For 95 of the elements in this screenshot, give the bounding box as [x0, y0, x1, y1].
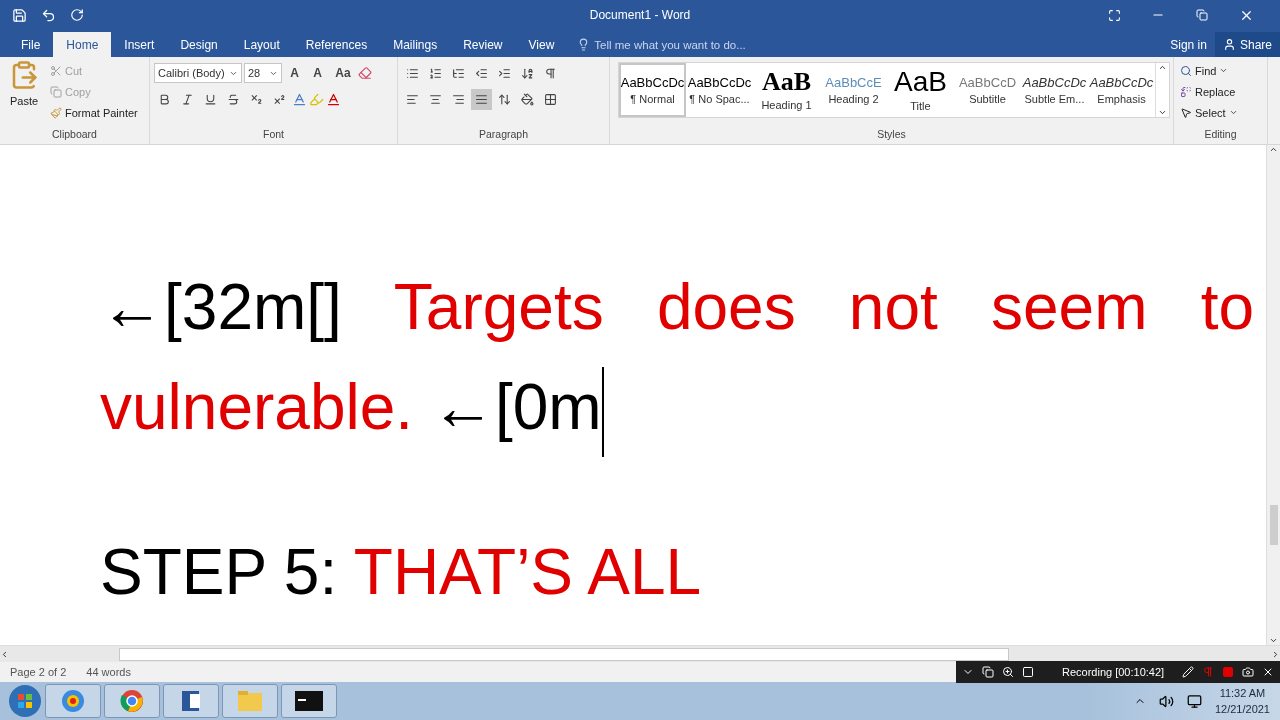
indent-icon [498, 66, 511, 80]
italic-icon [181, 92, 194, 106]
search-icon [1180, 64, 1192, 77]
taskbar-clock[interactable]: 11:32 AM 12/21/2021 [1214, 685, 1270, 717]
document-icon [179, 689, 203, 713]
share-button[interactable]: Share [1214, 32, 1280, 57]
caret-icon [1228, 108, 1238, 117]
caret-icon [1269, 636, 1278, 645]
text-effects-icon[interactable] [292, 91, 307, 107]
ribbon-tab[interactable]: File [8, 32, 54, 57]
stop-icon[interactable] [1222, 666, 1235, 678]
superscript-icon [273, 92, 286, 106]
font-color-icon[interactable] [326, 91, 341, 107]
document-text: THAT’S ALL [353, 536, 702, 608]
scissors-icon [50, 64, 62, 77]
ribbon-tab[interactable]: View [515, 32, 568, 57]
region-icon[interactable] [1022, 666, 1034, 678]
line-spacing-icon [498, 92, 511, 106]
square-icon [1222, 666, 1235, 678]
document-text: ←[32m[] [100, 271, 342, 343]
document-text: ←[0m [430, 371, 602, 443]
replace-button[interactable]: Replace [1178, 81, 1240, 102]
ribbon-tab[interactable]: Insert [111, 32, 168, 57]
change-case-button[interactable]: Aa [330, 62, 356, 84]
underline-icon [204, 92, 217, 106]
ribbon-tab[interactable]: Mailings [380, 32, 451, 57]
ribbon-tab[interactable]: Design [167, 32, 231, 57]
monitor-icon [1186, 693, 1202, 709]
format-painter-button[interactable]: Format Painter [48, 102, 140, 123]
align-right-icon [452, 92, 465, 106]
borders-icon [544, 92, 557, 106]
numbering-icon [429, 66, 442, 80]
font-size-field[interactable]: 28 [244, 63, 282, 83]
paint-bucket-icon [521, 92, 534, 106]
folder-icon [237, 690, 263, 712]
strikethrough-icon [227, 92, 240, 106]
ribbon-tab[interactable]: Home [53, 32, 112, 57]
replace-icon [1180, 85, 1192, 98]
group-label: Clipboard [51, 128, 98, 142]
letter-a-icon [292, 91, 307, 107]
ribbon-display-icon [1107, 8, 1121, 22]
ribbon-tab[interactable]: Layout [230, 32, 293, 57]
ribbon-tab[interactable]: References [292, 32, 381, 57]
scrollbar-thumb[interactable] [119, 647, 1009, 661]
bold-icon [158, 92, 171, 106]
browser-icon [120, 689, 144, 713]
font-name-field[interactable]: Calibri (Body) [154, 63, 242, 83]
ribbon-tab[interactable]: Review [450, 32, 516, 57]
align-center-icon [429, 92, 442, 106]
sign-in-link[interactable]: Sign in [1162, 32, 1215, 57]
find-button[interactable]: Find [1178, 60, 1240, 81]
vertical-scrollbar[interactable] [1266, 145, 1280, 645]
shrink-font-button[interactable]: A [307, 62, 328, 84]
bullets-icon [406, 66, 419, 80]
scrollbar-thumb[interactable] [1269, 505, 1278, 545]
sort-icon [521, 66, 534, 80]
horizontal-scrollbar[interactable] [0, 645, 1280, 662]
group-label: Font [262, 128, 285, 142]
square-icon [1022, 666, 1034, 678]
windows-icon [1196, 9, 1208, 21]
grow-font-button[interactable]: A [284, 62, 305, 84]
group-label: Paragraph [477, 128, 529, 142]
document-text: STEP 5: [100, 536, 338, 608]
taskbar-app[interactable] [163, 684, 219, 718]
taskbar-app[interactable] [281, 684, 337, 718]
style-item[interactable]: AaBbCcDc ¶ Normal [619, 63, 686, 117]
word-count: 44 words [86, 666, 131, 678]
group-label: Editing [1203, 128, 1238, 142]
network-icon[interactable] [1186, 693, 1202, 709]
select-button[interactable]: Select [1178, 102, 1240, 123]
window-title: Document1 - Word [589, 8, 691, 22]
letter-a-icon [326, 91, 341, 107]
justify-icon [475, 92, 488, 106]
group-label: Styles [876, 128, 907, 142]
pointer-icon [1180, 106, 1192, 119]
caret-icon [1158, 108, 1167, 117]
document-text: Targets does not seem to [393, 271, 1254, 343]
caret-icon [1219, 66, 1229, 75]
subscript-icon [250, 92, 263, 106]
align-left-icon [406, 92, 419, 106]
start-button[interactable] [8, 684, 42, 718]
target-icon [61, 689, 85, 713]
pilcrow-icon [544, 66, 557, 80]
copy-icon [50, 85, 62, 98]
page-count: Page 2 of 2 [10, 666, 67, 678]
justify-button[interactable] [471, 88, 492, 110]
tell-me-field[interactable]: Tell me what you want to do... [577, 32, 746, 57]
terminal-icon [295, 691, 323, 711]
recording-status: Recording [00:10:42] [1062, 666, 1165, 678]
outdent-icon [475, 66, 488, 80]
multilevel-list-icon [452, 66, 465, 80]
person-icon [1222, 38, 1236, 51]
paintbrush-icon [50, 106, 62, 119]
document-text: vulnerable. [100, 371, 414, 443]
paste-button[interactable]: Paste [7, 90, 41, 111]
